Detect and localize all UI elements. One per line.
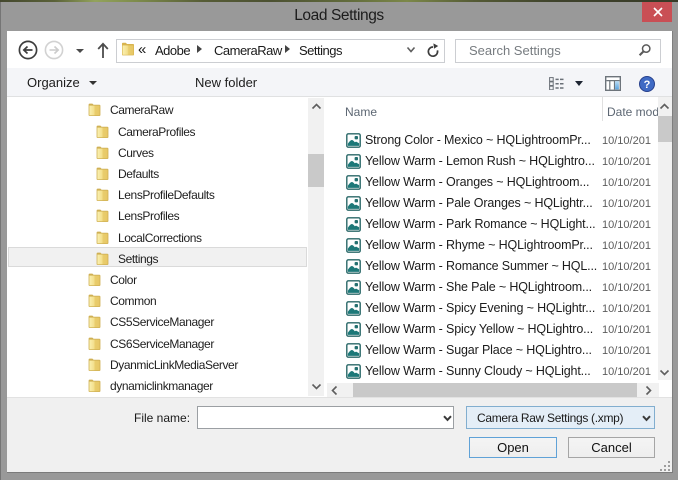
svg-text:?: ? [644, 79, 651, 91]
